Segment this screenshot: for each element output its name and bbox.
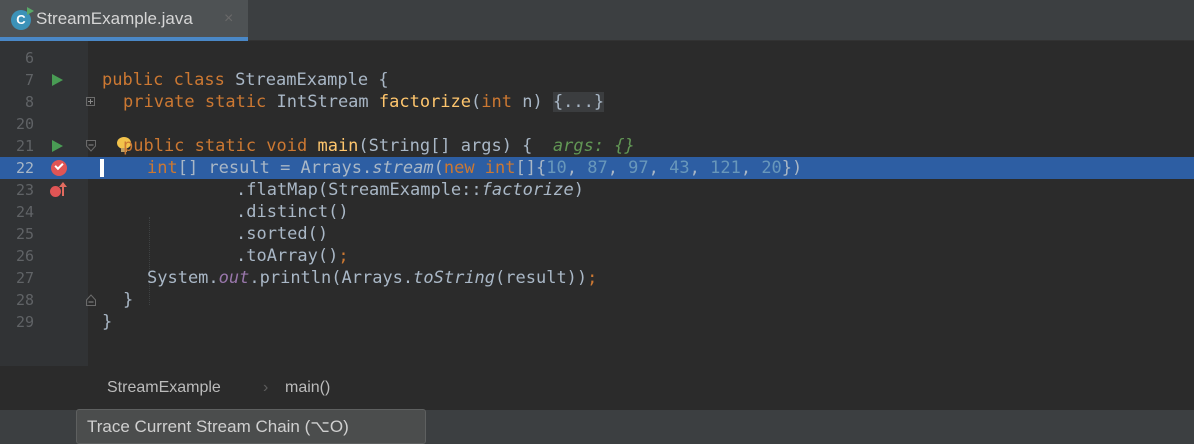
code-text: } xyxy=(123,290,134,310)
code-line[interactable]: 7 public class StreamExample { xyxy=(0,69,1194,91)
tab-label: StreamExample.java xyxy=(36,9,193,28)
tooltip-text: Trace Current Stream Chain (⌥O) xyxy=(87,417,349,436)
line-number: 28 xyxy=(15,291,34,309)
code-text: .distinct() xyxy=(236,202,349,222)
line-number: 26 xyxy=(15,247,34,265)
line-number: 25 xyxy=(15,225,34,243)
code-line[interactable]: 20 xyxy=(0,113,1194,135)
line-number: 6 xyxy=(24,49,34,67)
line-number: 22 xyxy=(15,159,34,177)
breakpoint-icon[interactable] xyxy=(51,160,67,176)
code-text: private static IntStream factorize(int n… xyxy=(123,92,605,112)
code-editor[interactable]: 6 7 public class StreamExample { 8 priva… xyxy=(0,41,1194,366)
line-number: 24 xyxy=(15,203,34,221)
code-text: System.out.println(Arrays.toString(resul… xyxy=(147,268,598,288)
code-text: } xyxy=(102,312,113,332)
java-class-icon: C xyxy=(11,7,34,30)
line-number: 20 xyxy=(15,115,34,133)
code-text: .toArray(); xyxy=(236,246,349,266)
tab-close-icon[interactable]: × xyxy=(224,0,233,37)
code-line-current[interactable]: 22 int[] result = Arrays.stream(new int[… xyxy=(0,157,1194,179)
tab-streamexample-java[interactable]: C StreamExample.java × xyxy=(0,0,248,41)
code-line[interactable]: 26 .toArray(); xyxy=(0,245,1194,267)
action-tooltip: Trace Current Stream Chain (⌥O) xyxy=(76,409,426,444)
line-number: 27 xyxy=(15,269,34,287)
inline-debug-value: args: {} xyxy=(552,136,635,156)
run-main-icon[interactable] xyxy=(52,140,63,152)
code-line[interactable]: 6 xyxy=(0,47,1194,69)
code-line[interactable]: 28 } xyxy=(0,289,1194,311)
runnable-mark-icon xyxy=(27,7,34,15)
editor-tab-bar: C StreamExample.java × xyxy=(0,0,1194,41)
line-number: 21 xyxy=(15,137,34,155)
code-text: .flatMap(StreamExample::factorize) xyxy=(236,180,585,200)
chevron-right-icon: › xyxy=(263,379,269,396)
code-line[interactable]: 25 .sorted() xyxy=(0,223,1194,245)
code-line[interactable]: 23 .flatMap(StreamExample::factorize) xyxy=(0,179,1194,201)
code-text: .sorted() xyxy=(236,224,329,244)
line-number: 7 xyxy=(24,71,34,89)
breadcrumb-class[interactable]: StreamExample xyxy=(107,366,221,409)
breadcrumb: StreamExample › main() xyxy=(0,366,1194,409)
fold-expand-icon[interactable] xyxy=(86,97,95,106)
code-text: public static void main(String[] args) {… xyxy=(123,136,635,156)
code-line[interactable]: 27 System.out.println(Arrays.toString(re… xyxy=(0,267,1194,289)
fold-end-icon[interactable] xyxy=(86,294,96,306)
run-class-icon[interactable] xyxy=(52,74,63,86)
line-number: 29 xyxy=(15,313,34,331)
code-line[interactable]: 21 public static void main(String[] args… xyxy=(0,135,1194,157)
code-text: int[] result = Arrays.stream(new int[]{1… xyxy=(147,158,803,178)
fold-collapse-icon[interactable] xyxy=(86,140,96,152)
code-line[interactable]: 8 private static IntStream factorize(int… xyxy=(0,91,1194,113)
stream-breakpoint-icon[interactable] xyxy=(50,182,68,199)
code-line[interactable]: 29 } xyxy=(0,311,1194,333)
line-number: 8 xyxy=(24,93,34,111)
folded-region[interactable]: {...} xyxy=(552,92,605,112)
breadcrumb-method[interactable]: main() xyxy=(285,366,330,409)
text-caret xyxy=(100,159,104,177)
code-text: public class StreamExample { xyxy=(102,70,389,90)
line-number: 23 xyxy=(15,181,34,199)
code-line[interactable]: 24 .distinct() xyxy=(0,201,1194,223)
